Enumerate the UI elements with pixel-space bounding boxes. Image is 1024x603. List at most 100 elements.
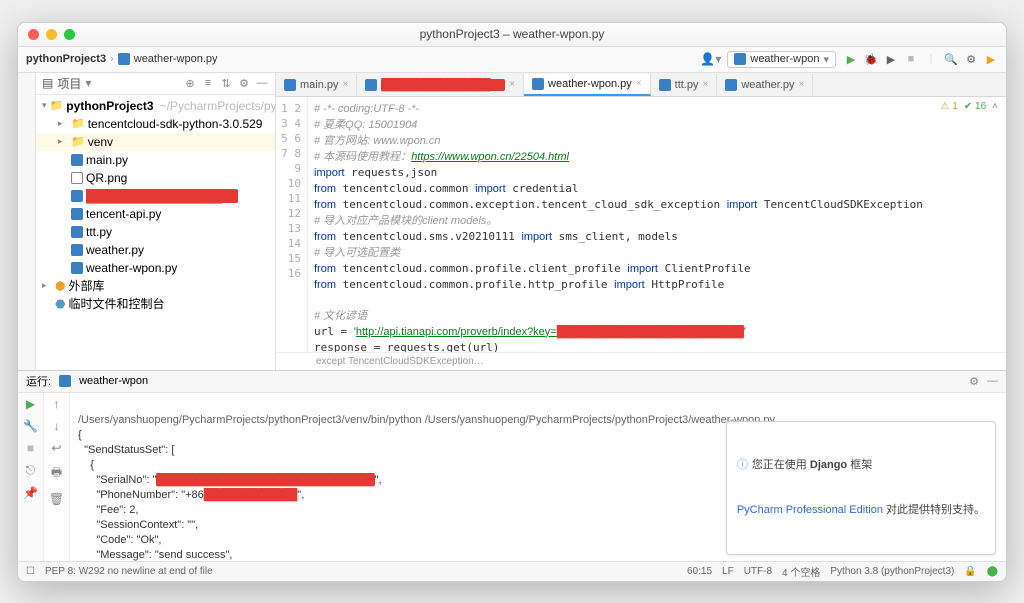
hide-icon[interactable]: — — [987, 375, 998, 387]
folder-icon: 📁 — [71, 135, 85, 148]
close-icon[interactable] — [28, 29, 39, 40]
editor-body[interactable]: 1 2 3 4 5 6 7 8 9 10 11 12 13 14 15 16 #… — [276, 97, 1006, 352]
line-separator[interactable]: LF — [722, 566, 734, 577]
todo-icon[interactable]: ☐ — [26, 566, 35, 577]
tree-item[interactable]: ████████████████.py — [36, 187, 275, 205]
console-cmd: /Users/yanshuopeng/PycharmProjects/pytho… — [78, 414, 775, 426]
run-anything-icon[interactable]: ▶ — [984, 52, 998, 66]
select-opened-file-icon[interactable]: ⊕ — [183, 77, 197, 90]
ok-badge[interactable]: ✔ 16 — [964, 101, 986, 112]
editor-tab[interactable]: weather-wpon.py× — [524, 74, 651, 96]
divider: | — [924, 52, 938, 66]
python-file-icon — [71, 262, 83, 274]
lock-icon[interactable]: 🔒 — [964, 566, 976, 577]
editor-tabs: main.py×██████████████.py×weather-wpon.p… — [276, 73, 1006, 97]
expand-all-icon[interactable]: ≡ — [201, 77, 215, 89]
editor-tab[interactable]: ██████████████.py× — [357, 74, 524, 96]
tree-root[interactable]: ▾ 📁 pythonProject3 ~/PycharmProjects/pyt… — [36, 97, 275, 115]
close-icon[interactable]: × — [343, 79, 349, 90]
chevron-up-icon[interactable]: ˄ — [992, 101, 998, 112]
search-icon[interactable]: 🔍 — [944, 52, 958, 66]
tree-item[interactable]: tencent-api.py — [36, 205, 275, 223]
print-icon[interactable]: 🖶 — [51, 463, 62, 484]
close-icon[interactable]: × — [799, 79, 805, 90]
breadcrumb[interactable]: pythonProject3 › weather-wpon.py — [26, 53, 218, 65]
root-path: ~/PycharmProjects/pythonProject — [160, 99, 275, 113]
editor-tab[interactable]: ttt.py× — [651, 74, 718, 96]
run-icon[interactable]: ▶ — [844, 52, 858, 66]
stop-icon[interactable]: ■ — [904, 52, 918, 66]
collapse-all-icon[interactable]: ⇅ — [219, 77, 233, 90]
chevron-down-icon[interactable]: ▾ — [42, 100, 47, 111]
editor-breadcrumb[interactable]: except TencentCloudSDKException… — [276, 352, 1006, 370]
inspection-badges[interactable]: ⚠ 1 ✔ 16 ˄ — [941, 101, 998, 112]
python-file-icon — [71, 190, 83, 202]
editor-tab[interactable]: weather.py× — [717, 74, 813, 96]
tree-item[interactable]: weather.py — [36, 241, 275, 259]
debug-icon[interactable]: 🐞 — [864, 52, 878, 66]
warnings-badge[interactable]: ⚠ 1 — [941, 101, 958, 112]
external-libs-label: 外部库 — [68, 277, 104, 294]
tree-item[interactable]: weather-wpon.py — [36, 259, 275, 277]
settings-icon[interactable]: ⚙ — [964, 52, 978, 66]
tree-item[interactable]: ▸📁venv — [36, 133, 275, 151]
pep-warning[interactable]: PEP 8: W292 no newline at end of file — [45, 566, 213, 577]
titlebar[interactable]: pythonProject3 – weather-wpon.py — [18, 23, 1006, 47]
tree-item[interactable]: main.py — [36, 151, 275, 169]
tree-item-label: ttt.py — [86, 225, 112, 239]
tool-icon[interactable]: 🔧 — [23, 419, 38, 433]
pin-icon[interactable]: 📌 — [23, 486, 38, 500]
run-header: 运行: weather-wpon ⚙ — — [18, 371, 1006, 393]
console-output[interactable]: /Users/yanshuopeng/PycharmProjects/pytho… — [70, 393, 1006, 561]
pycharm-pro-link[interactable]: PyCharm Professional Edition — [737, 504, 883, 516]
file-encoding[interactable]: UTF-8 — [744, 566, 772, 577]
minimize-icon[interactable] — [46, 29, 57, 40]
coverage-icon[interactable]: ▶ — [884, 52, 898, 66]
python-file-icon — [659, 79, 671, 91]
run-config-selector[interactable]: weather-wpon ▾ — [727, 51, 836, 68]
editor-tab[interactable]: main.py× — [276, 74, 357, 96]
status-icon[interactable]: ⬤ — [987, 566, 998, 577]
python-file-icon — [71, 226, 83, 238]
interpreter[interactable]: Python 3.8 (pythonProject3) — [830, 566, 954, 577]
wrap-icon[interactable]: ↩ — [51, 441, 61, 455]
stop-icon[interactable]: ■ — [27, 441, 34, 455]
user-icon[interactable]: 👤▾ — [700, 52, 721, 66]
gear-icon[interactable]: ⚙ — [969, 375, 979, 388]
editor-area: main.py×██████████████.py×weather-wpon.p… — [276, 73, 1006, 370]
chevron-right-icon[interactable]: ▸ — [58, 118, 68, 129]
external-libs-icon: ⬢ — [55, 279, 65, 293]
chevron-right-icon[interactable]: ▸ — [42, 280, 52, 291]
python-file-icon — [118, 53, 130, 65]
chevron-right-icon[interactable]: ▸ — [58, 136, 68, 147]
breadcrumb-file[interactable]: weather-wpon.py — [134, 53, 218, 65]
gear-icon[interactable]: ⚙ — [237, 77, 251, 90]
line-gutter[interactable]: 1 2 3 4 5 6 7 8 9 10 11 12 13 14 15 16 — [276, 97, 308, 352]
maximize-icon[interactable] — [64, 29, 75, 40]
tree-item[interactable]: ▸📁tencentcloud-sdk-python-3.0.529 — [36, 115, 275, 133]
close-icon[interactable]: × — [636, 78, 642, 89]
left-tool-stripe[interactable] — [18, 73, 36, 370]
up-icon[interactable]: ↑ — [54, 397, 60, 411]
run-config-label: weather-wpon — [750, 53, 819, 65]
project-tree[interactable]: ▾ 📁 pythonProject3 ~/PycharmProjects/pyt… — [36, 95, 275, 370]
external-libs[interactable]: ▸ ⬢ 外部库 — [36, 277, 275, 295]
django-tip-popup[interactable]: ⓘ您正在使用 Django 框架 PyCharm Professional Ed… — [726, 421, 996, 555]
trash-icon[interactable]: 🗑 — [49, 492, 64, 506]
rerun-icon[interactable]: ▶ — [26, 397, 35, 411]
exit-icon[interactable]: ⎋ — [26, 463, 36, 478]
indent-setting[interactable]: 4 个空格 — [782, 564, 820, 579]
code-editor[interactable]: # -*- coding:UTF-8 -*- # 夏柔QQ: 15001904 … — [308, 97, 1006, 352]
tree-item-label: tencentcloud-sdk-python-3.0.529 — [88, 117, 263, 131]
breadcrumb-project[interactable]: pythonProject3 — [26, 53, 106, 65]
scratches[interactable]: ⬣ 临时文件和控制台 — [36, 295, 275, 313]
down-icon[interactable]: ↓ — [54, 419, 60, 433]
python-file-icon — [725, 79, 737, 91]
hide-icon[interactable]: — — [255, 77, 269, 89]
close-icon[interactable]: × — [509, 79, 515, 90]
tree-item[interactable]: ttt.py — [36, 223, 275, 241]
close-icon[interactable]: × — [702, 79, 708, 90]
tree-item[interactable]: QR.png — [36, 169, 275, 187]
caret-position[interactable]: 60:15 — [687, 566, 712, 577]
nav-bar: pythonProject3 › weather-wpon.py 👤▾ weat… — [18, 47, 1006, 73]
